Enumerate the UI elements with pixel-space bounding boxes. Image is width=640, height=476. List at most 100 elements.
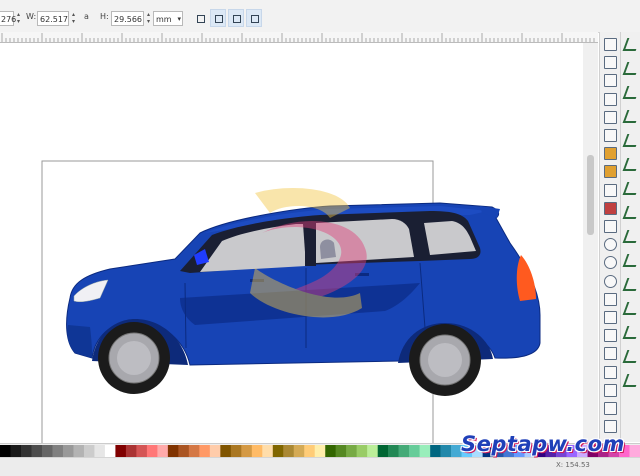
snap-bbox-icon[interactable] — [622, 62, 640, 75]
palette-swatch[interactable] — [41, 445, 53, 457]
export-icon[interactable] — [604, 129, 617, 142]
palette-swatch[interactable] — [409, 445, 420, 457]
palette-swatch[interactable] — [31, 445, 43, 457]
palette-swatch[interactable] — [20, 445, 32, 457]
height-spinner[interactable]: ▴ ▾ — [145, 11, 152, 26]
move-gradients-button[interactable] — [228, 9, 244, 27]
canvas-drawing — [41, 160, 541, 443]
new-document-icon[interactable] — [604, 38, 617, 51]
move-patterns-button[interactable] — [246, 9, 262, 27]
width-field[interactable]: 62.517 — [37, 11, 69, 26]
width-spinner[interactable]: ▴ ▾ — [70, 11, 77, 26]
lock-ratio-button[interactable]: a — [84, 12, 89, 21]
palette-swatch[interactable] — [419, 445, 431, 457]
x-spinner[interactable]: ▴ ▾ — [15, 11, 22, 26]
undo-icon[interactable] — [604, 147, 617, 161]
palette-swatch[interactable] — [125, 445, 137, 457]
palette-swatch[interactable] — [178, 445, 190, 457]
snap-page-icon[interactable] — [622, 326, 640, 339]
import-icon[interactable] — [604, 110, 617, 124]
snap-toggle-icon[interactable] — [622, 38, 640, 51]
status-bar: X: 154.53 — [0, 457, 640, 476]
palette-swatch[interactable] — [377, 445, 389, 457]
snap-bbox-edge-icon[interactable] — [622, 86, 640, 99]
palette-swatch[interactable] — [272, 445, 284, 457]
snap-intersection-icon[interactable] — [622, 182, 640, 195]
cut-icon[interactable] — [604, 201, 617, 215]
palette-swatch[interactable] — [398, 445, 410, 457]
snap-rotation-icon[interactable] — [622, 302, 640, 315]
palette-swatch[interactable] — [52, 445, 64, 457]
zoom-drawing-icon[interactable] — [604, 238, 617, 252]
zoom-selection-icon[interactable] — [604, 256, 617, 270]
rear-wheel — [409, 324, 481, 396]
palette-swatch[interactable] — [199, 445, 211, 457]
palette-swatch[interactable] — [167, 445, 179, 457]
palette-swatch[interactable] — [230, 445, 242, 457]
vertical-scrollbar[interactable] — [583, 43, 598, 443]
palette-swatch[interactable] — [629, 445, 640, 457]
align-icon[interactable] — [604, 402, 617, 415]
x-field[interactable]: 276 — [0, 11, 16, 26]
palette-swatch[interactable] — [157, 445, 169, 457]
palette-swatch[interactable] — [356, 445, 368, 457]
snap-nodes-icon[interactable] — [622, 134, 640, 147]
palette-swatch[interactable] — [188, 445, 200, 457]
w-label: W: — [26, 12, 37, 21]
palette-swatch[interactable] — [241, 445, 253, 457]
palette-swatch[interactable] — [262, 445, 273, 457]
snap-smooth-icon[interactable] — [622, 230, 640, 243]
snap-cusp-icon[interactable] — [622, 206, 640, 219]
open-icon[interactable] — [604, 56, 617, 70]
palette-swatch[interactable] — [94, 445, 106, 457]
paste-icon[interactable] — [604, 220, 617, 233]
vertical-scrollbar-thumb[interactable] — [587, 155, 594, 235]
palette-swatch[interactable] — [115, 445, 127, 457]
snap-bbox-corner-icon[interactable] — [622, 110, 640, 123]
snap-guide-icon[interactable] — [622, 374, 640, 387]
height-field[interactable]: 29.566 — [111, 11, 144, 26]
save-icon[interactable] — [604, 74, 617, 88]
snap-midpoint-icon[interactable] — [622, 254, 640, 267]
palette-swatch[interactable] — [440, 445, 452, 457]
palette-swatch[interactable] — [136, 445, 148, 457]
palette-swatch[interactable] — [283, 445, 294, 457]
palette-swatch[interactable] — [335, 445, 347, 457]
palette-swatch[interactable] — [83, 445, 95, 457]
palette-swatch[interactable] — [220, 445, 232, 457]
palette-swatch[interactable] — [314, 445, 326, 457]
unit-select[interactable]: mm ▾ — [153, 11, 183, 26]
scale-corners-button[interactable] — [210, 9, 226, 27]
palette-swatch[interactable] — [104, 445, 116, 457]
drawing-canvas[interactable] — [0, 43, 598, 443]
print-icon[interactable] — [604, 92, 617, 106]
copy-icon[interactable] — [604, 183, 617, 197]
palette-swatch[interactable] — [73, 445, 85, 457]
palette-swatch[interactable] — [293, 445, 305, 457]
palette-swatch[interactable] — [304, 445, 315, 457]
unlink-clone-icon[interactable] — [604, 329, 617, 343]
group-icon[interactable] — [604, 365, 617, 379]
clone-icon[interactable] — [604, 311, 617, 324]
palette-swatch[interactable] — [430, 445, 441, 457]
snap-grid-icon[interactable] — [622, 350, 640, 363]
duplicate-icon[interactable] — [604, 292, 617, 306]
ungroup-icon[interactable] — [604, 383, 617, 397]
palette-swatch[interactable] — [10, 445, 22, 457]
palette-swatch[interactable] — [388, 445, 399, 457]
text-font-icon[interactable] — [604, 347, 617, 361]
snap-center-icon[interactable] — [622, 278, 640, 291]
palette-swatch[interactable] — [209, 445, 221, 457]
redo-icon[interactable] — [604, 165, 617, 179]
scale-stroke-button[interactable] — [192, 9, 208, 27]
palette-swatch[interactable] — [62, 445, 74, 457]
palette-swatch[interactable] — [0, 445, 11, 457]
palette-swatch[interactable] — [346, 445, 357, 457]
palette-swatch[interactable] — [325, 445, 336, 457]
palette-swatch[interactable] — [367, 445, 378, 457]
tool-controls-bar: 276 ▴ ▾ W: 62.517 ▴ ▾ a H: 29.566 ▴ ▾ mm ▾ — [0, 0, 640, 33]
palette-swatch[interactable] — [146, 445, 158, 457]
snap-path-icon[interactable] — [622, 158, 640, 171]
zoom-page-icon[interactable] — [604, 274, 617, 288]
palette-swatch[interactable] — [251, 445, 263, 457]
